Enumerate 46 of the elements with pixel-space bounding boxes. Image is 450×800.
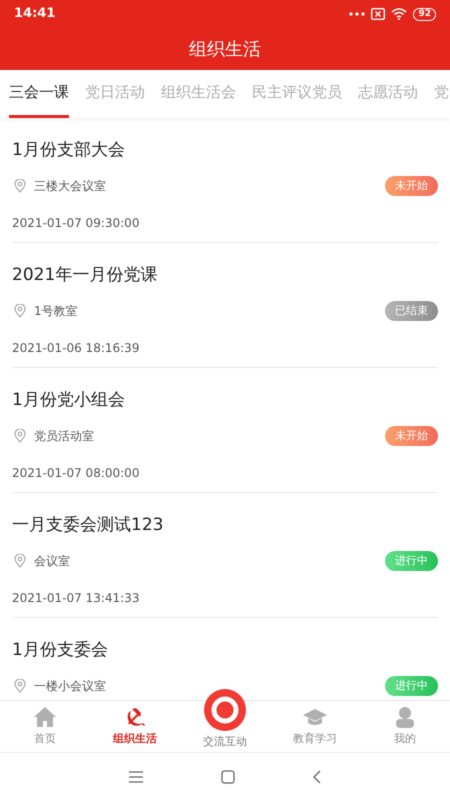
meeting-time: 2021-01-06 18:16:39 xyxy=(12,340,140,357)
category-tab[interactable]: 组织生活会 xyxy=(161,70,236,118)
person-icon xyxy=(394,706,416,728)
wifi-icon xyxy=(391,8,408,20)
more-dots-icon xyxy=(349,12,366,16)
nav-tab[interactable]: 组织生活 xyxy=(90,701,180,752)
category-tab[interactable]: 党日活动 xyxy=(85,70,145,118)
meeting-time: 2021-01-07 08:00:00 xyxy=(12,465,140,482)
location-pin-icon xyxy=(14,554,26,568)
meeting-time: 2021-01-07 13:41:33 xyxy=(12,590,140,607)
meeting-title[interactable]: 1月份支委会 xyxy=(12,638,438,662)
meeting-time: 2021-01-07 09:30:00 xyxy=(12,215,140,232)
back-icon[interactable] xyxy=(313,770,321,784)
nav-tab[interactable]: 交流互动 xyxy=(180,685,270,753)
status-badge: 未开始 xyxy=(385,426,438,446)
location-pin-icon xyxy=(14,179,26,193)
status-badge: 进行中 xyxy=(385,676,438,696)
meeting-title[interactable]: 一月支委会测试123 xyxy=(12,513,438,537)
sim-icon xyxy=(371,8,386,20)
status-badge: 未开始 xyxy=(385,176,438,196)
meeting-location: 三楼大会议室 xyxy=(34,178,106,195)
meeting-location: 会议室 xyxy=(34,553,70,570)
home-button-icon[interactable] xyxy=(221,770,235,784)
meeting-title[interactable]: 1月份支部大会 xyxy=(12,138,438,162)
page-title: 组织生活 xyxy=(189,38,261,62)
meeting-location: 党员活动室 xyxy=(34,428,94,445)
location-pin-icon xyxy=(14,429,26,443)
status-badge: 已结束 xyxy=(385,301,438,321)
category-tab[interactable]: 三会一课 xyxy=(9,70,69,118)
location-pin-icon xyxy=(14,679,26,693)
nav-tab[interactable]: 首页 xyxy=(0,701,90,752)
meeting-location: 1号教室 xyxy=(34,303,78,320)
battery-level: 92 xyxy=(413,8,436,20)
meeting-location: 一楼小会议室 xyxy=(34,678,106,695)
meeting-title[interactable]: 1月份党小组会 xyxy=(12,388,438,412)
status-badge: 进行中 xyxy=(385,551,438,571)
home-icon xyxy=(33,706,57,728)
nav-tab[interactable]: 教育学习 xyxy=(270,701,360,752)
category-tab[interactable]: 志愿活动 xyxy=(358,70,418,118)
category-tab[interactable]: 民主评议党员 xyxy=(252,70,342,118)
location-pin-icon xyxy=(14,304,26,318)
meeting-title[interactable]: 2021年一月份党课 xyxy=(12,263,438,287)
category-tab[interactable]: 党 xyxy=(434,70,449,118)
menu-icon[interactable] xyxy=(129,770,143,782)
status-time: 14:41 xyxy=(14,5,56,24)
nav-tab[interactable]: 我的 xyxy=(360,701,450,752)
